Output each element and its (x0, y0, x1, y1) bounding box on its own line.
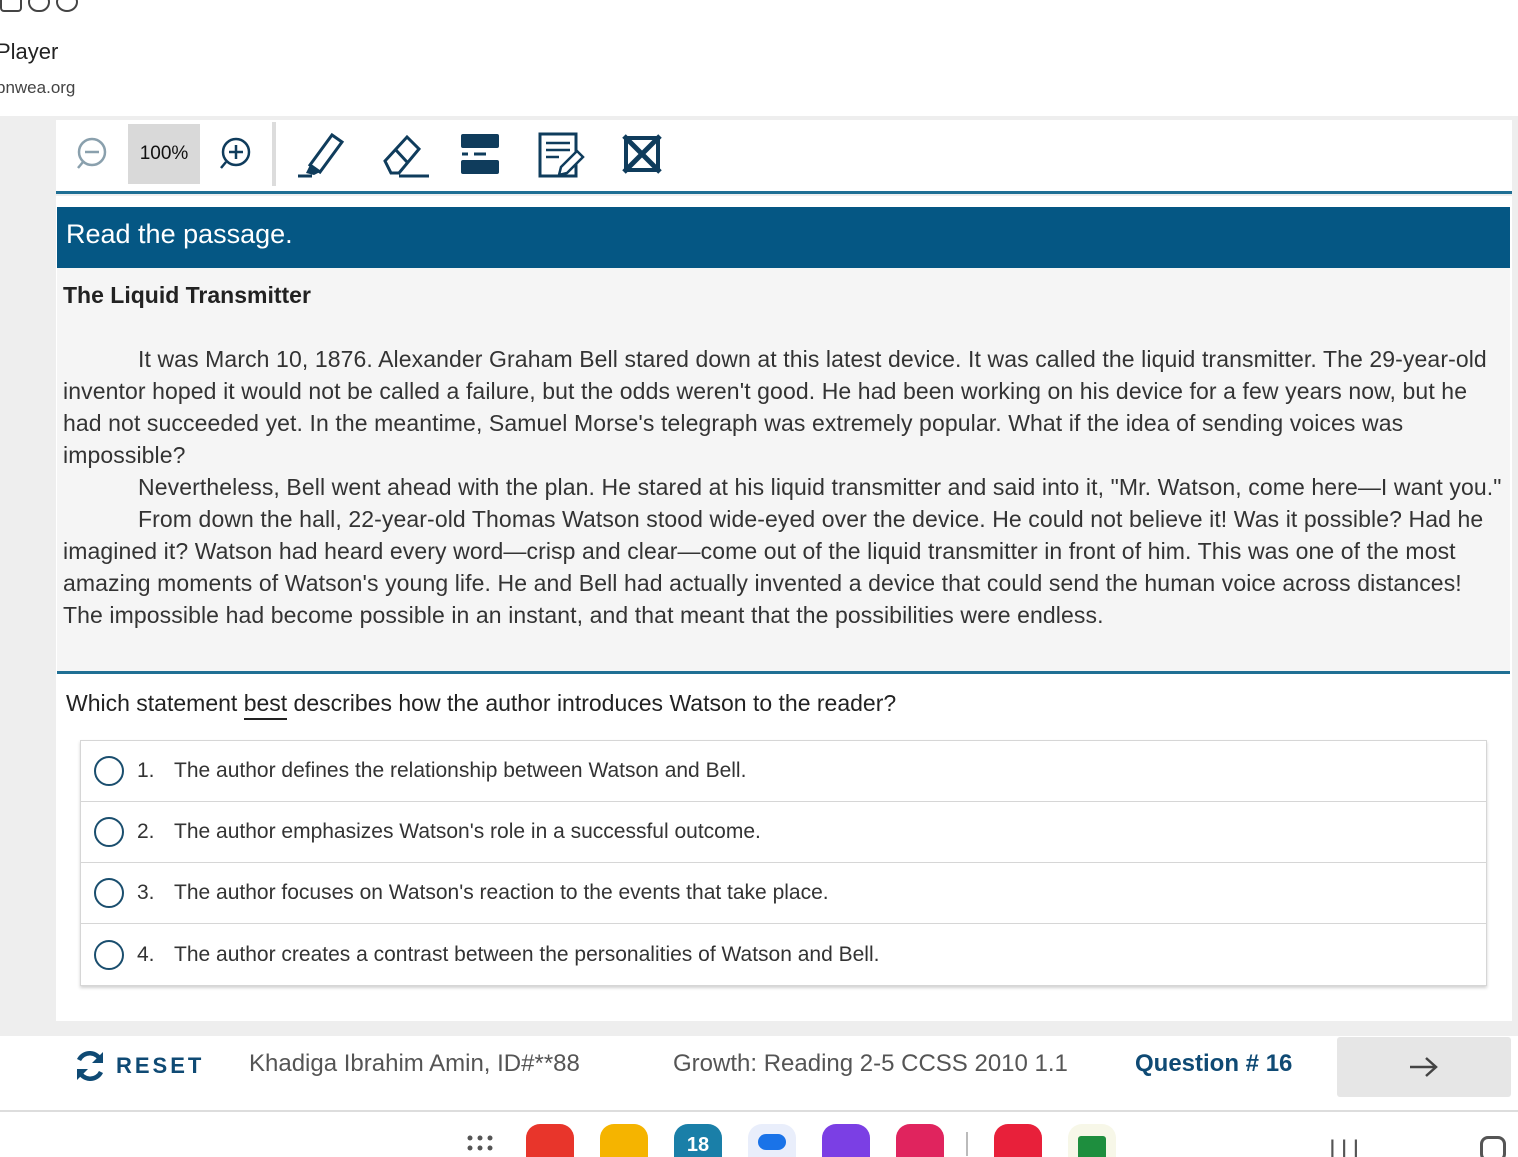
camera-app-icon[interactable] (896, 1124, 944, 1157)
answer-option-2[interactable]: 2. The author emphasizes Watson's role i… (81, 802, 1486, 863)
passage: The Liquid Transmitter It was March 10, … (57, 268, 1510, 674)
passage-paragraph: From down the hall, 22-year-old Thomas W… (63, 506, 1484, 628)
answer-text: The author defines the relationship betw… (174, 759, 747, 782)
radio-button[interactable] (94, 939, 124, 970)
line-reader-button[interactable] (452, 124, 508, 184)
messages-app-icon[interactable] (748, 1124, 796, 1157)
question-prefix: Which statement (66, 690, 244, 716)
question-number: Question # 16 (1135, 1050, 1293, 1077)
reset-label: RESET (116, 1053, 205, 1078)
files-app-icon[interactable] (600, 1124, 648, 1157)
answer-text: The author emphasizes Watson's role in a… (174, 820, 761, 843)
question-emphasis: best (243, 690, 288, 720)
calendar-app-icon[interactable]: 18 (674, 1124, 722, 1157)
eraser-button[interactable] (374, 124, 434, 184)
answer-list: 1. The author defines the relationship b… (80, 740, 1487, 986)
test-name: Growth: Reading 2-5 CCSS 2010 1.1 (673, 1050, 1068, 1077)
home-icon[interactable] (1480, 1136, 1506, 1157)
vpn-icon (56, 0, 78, 12)
passage-paragraph: Nevertheless, Bell went ahead with the p… (138, 474, 1502, 500)
answer-number: 1. (137, 759, 155, 782)
browser-url: pnwea.org (0, 78, 76, 97)
cloud-icon (28, 0, 50, 12)
zoom-level: 100% (128, 124, 200, 184)
highlighter-icon (298, 132, 345, 178)
footer-bar: RESET Khadiga Ibrahim Amin, ID#**88 Grow… (0, 1036, 1518, 1112)
answer-text: The author creates a contrast between th… (174, 942, 880, 966)
answer-number: 3. (137, 881, 155, 904)
reset-button[interactable]: RESET (72, 1048, 204, 1084)
answer-eliminator-icon (622, 134, 662, 174)
gallery-icon (0, 0, 22, 12)
radio-button[interactable] (94, 878, 124, 908)
eraser-icon (383, 134, 429, 178)
content-panel: Read the passage. The Liquid Transmitter… (56, 196, 1512, 1021)
recent-apps-icon[interactable]: ||| (1328, 1136, 1363, 1157)
zoom-out-button[interactable] (70, 124, 116, 184)
answer-option-3[interactable]: 3. The author focuses on Watson's reacti… (81, 863, 1486, 924)
radio-button[interactable] (94, 817, 124, 847)
notepad-icon (538, 132, 585, 178)
zoom-out-icon (77, 137, 107, 169)
dock-divider (966, 1132, 968, 1156)
question-stem: Which statement best describes how the a… (66, 690, 897, 720)
classroom-app-icon[interactable] (1068, 1124, 1116, 1157)
answer-option-1[interactable]: 1. The author defines the relationship b… (81, 741, 1486, 802)
arrow-right-icon (1410, 1057, 1438, 1077)
passage-paragraph: It was March 10, 1876. Alexander Graham … (63, 346, 1487, 468)
app-drawer-icon[interactable] (466, 1134, 494, 1157)
answer-eliminator-button[interactable] (614, 124, 670, 184)
answer-option-4[interactable]: 4. The author creates a contrast between… (81, 924, 1486, 985)
notes-app-icon[interactable] (822, 1124, 870, 1157)
toolbar: 100% (56, 120, 1512, 194)
zoom-in-button[interactable] (212, 124, 258, 184)
passage-header: Read the passage. (57, 207, 1510, 268)
radio-button[interactable] (94, 756, 124, 786)
line-reader-icon (461, 134, 499, 174)
notepad-button[interactable] (532, 124, 592, 184)
android-dock: 18 ||| (0, 1114, 1518, 1157)
toolbar-separator (272, 122, 276, 186)
passage-title: The Liquid Transmitter (63, 282, 311, 308)
question-suffix: describes how the author introduces Wats… (287, 690, 897, 716)
next-button[interactable] (1337, 1037, 1511, 1097)
status-bar-icons (0, 0, 78, 14)
answer-number: 2. (137, 820, 155, 843)
student-name: Khadiga Ibrahim Amin, ID#**88 (249, 1050, 580, 1077)
app-icon-1[interactable] (526, 1124, 574, 1157)
answer-number: 4. (137, 942, 155, 966)
highlighter-button[interactable] (292, 124, 352, 184)
zoom-in-icon (220, 137, 251, 169)
browser-page-title: Player (0, 39, 59, 64)
reset-icon (76, 1051, 104, 1081)
recent-app-icon[interactable] (994, 1124, 1042, 1157)
answer-text: The author focuses on Watson's reaction … (174, 881, 829, 904)
